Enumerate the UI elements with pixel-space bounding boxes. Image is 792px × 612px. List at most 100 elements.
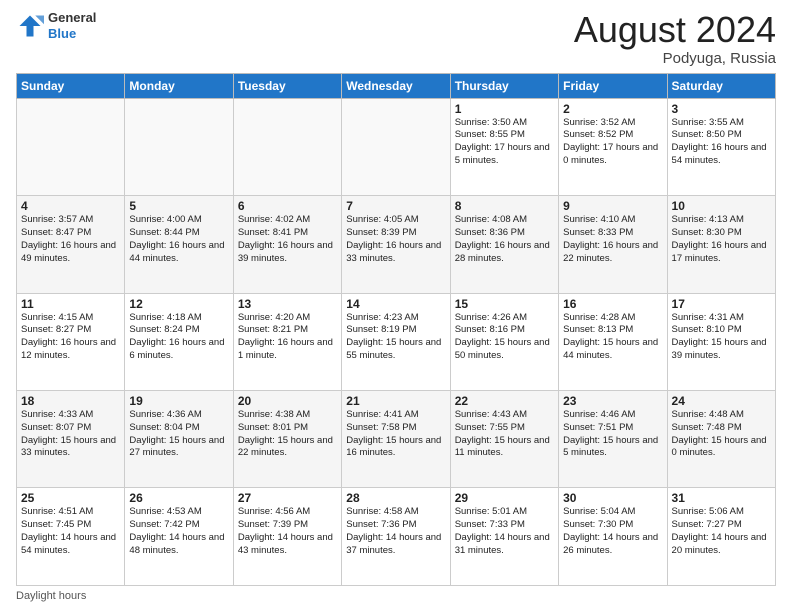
calendar-cell: 28Sunrise: 4:58 AMSunset: 7:36 PMDayligh… xyxy=(342,488,450,586)
day-number: 18 xyxy=(21,394,120,408)
calendar-cell: 12Sunrise: 4:18 AMSunset: 8:24 PMDayligh… xyxy=(125,293,233,390)
calendar-cell: 22Sunrise: 4:43 AMSunset: 7:55 PMDayligh… xyxy=(450,391,558,488)
day-info-line: Sunrise: 4:20 AM xyxy=(238,312,337,325)
day-number: 1 xyxy=(455,102,554,116)
weekday-header-cell: Tuesday xyxy=(233,73,341,98)
day-info-line: Sunset: 7:30 PM xyxy=(563,519,662,532)
weekday-header-cell: Sunday xyxy=(17,73,125,98)
day-info-line: Daylight: 15 hours and 50 minutes. xyxy=(455,337,554,363)
day-info-line: Daylight: 16 hours and 6 minutes. xyxy=(129,337,228,363)
day-info-line: Sunset: 7:42 PM xyxy=(129,519,228,532)
day-number: 29 xyxy=(455,491,554,505)
day-info-line: Sunrise: 4:13 AM xyxy=(672,214,771,227)
day-info-line: Daylight: 17 hours and 0 minutes. xyxy=(563,142,662,168)
calendar-cell: 19Sunrise: 4:36 AMSunset: 8:04 PMDayligh… xyxy=(125,391,233,488)
day-info-line: Sunrise: 4:36 AM xyxy=(129,409,228,422)
calendar-cell xyxy=(233,98,341,195)
calendar-cell: 14Sunrise: 4:23 AMSunset: 8:19 PMDayligh… xyxy=(342,293,450,390)
day-info-line: Sunrise: 4:05 AM xyxy=(346,214,445,227)
day-info-line: Sunrise: 4:33 AM xyxy=(21,409,120,422)
day-info-line: Sunrise: 4:53 AM xyxy=(129,506,228,519)
footer-note: Daylight hours xyxy=(16,590,776,602)
title-block: August 2024 Podyuga, Russia xyxy=(574,10,776,67)
day-info-line: Daylight: 14 hours and 48 minutes. xyxy=(129,532,228,558)
day-info-line: Sunset: 8:24 PM xyxy=(129,324,228,337)
day-info-line: Sunrise: 5:04 AM xyxy=(563,506,662,519)
day-number: 22 xyxy=(455,394,554,408)
calendar-cell: 30Sunrise: 5:04 AMSunset: 7:30 PMDayligh… xyxy=(559,488,667,586)
day-number: 10 xyxy=(672,199,771,213)
day-info-line: Sunrise: 5:06 AM xyxy=(672,506,771,519)
day-number: 16 xyxy=(563,297,662,311)
day-number: 28 xyxy=(346,491,445,505)
day-info-line: Sunset: 7:48 PM xyxy=(672,422,771,435)
day-number: 6 xyxy=(238,199,337,213)
day-info-line: Daylight: 14 hours and 54 minutes. xyxy=(21,532,120,558)
day-info-line: Daylight: 14 hours and 20 minutes. xyxy=(672,532,771,558)
calendar-body: 1Sunrise: 3:50 AMSunset: 8:55 PMDaylight… xyxy=(17,98,776,585)
day-info-line: Sunset: 8:50 PM xyxy=(672,129,771,142)
day-info-line: Sunset: 8:19 PM xyxy=(346,324,445,337)
day-info-line: Daylight: 16 hours and 54 minutes. xyxy=(672,142,771,168)
day-info-line: Sunset: 8:07 PM xyxy=(21,422,120,435)
day-number: 4 xyxy=(21,199,120,213)
calendar-week-row: 1Sunrise: 3:50 AMSunset: 8:55 PMDaylight… xyxy=(17,98,776,195)
day-info-line: Sunset: 7:55 PM xyxy=(455,422,554,435)
day-number: 21 xyxy=(346,394,445,408)
calendar-week-row: 11Sunrise: 4:15 AMSunset: 8:27 PMDayligh… xyxy=(17,293,776,390)
day-info-line: Sunset: 8:27 PM xyxy=(21,324,120,337)
calendar-cell: 27Sunrise: 4:56 AMSunset: 7:39 PMDayligh… xyxy=(233,488,341,586)
calendar-cell: 4Sunrise: 3:57 AMSunset: 8:47 PMDaylight… xyxy=(17,196,125,293)
day-number: 23 xyxy=(563,394,662,408)
day-info-line: Sunrise: 4:18 AM xyxy=(129,312,228,325)
day-number: 11 xyxy=(21,297,120,311)
day-info-line: Sunset: 7:33 PM xyxy=(455,519,554,532)
calendar-cell: 20Sunrise: 4:38 AMSunset: 8:01 PMDayligh… xyxy=(233,391,341,488)
day-info-line: Sunrise: 4:41 AM xyxy=(346,409,445,422)
day-info-line: Sunset: 8:55 PM xyxy=(455,129,554,142)
calendar-cell: 17Sunrise: 4:31 AMSunset: 8:10 PMDayligh… xyxy=(667,293,775,390)
day-info-line: Daylight: 15 hours and 0 minutes. xyxy=(672,435,771,461)
calendar-cell: 11Sunrise: 4:15 AMSunset: 8:27 PMDayligh… xyxy=(17,293,125,390)
day-info-line: Sunrise: 3:52 AM xyxy=(563,117,662,130)
day-info-line: Daylight: 15 hours and 44 minutes. xyxy=(563,337,662,363)
day-info-line: Sunset: 8:36 PM xyxy=(455,227,554,240)
day-info-line: Sunrise: 4:08 AM xyxy=(455,214,554,227)
header: General Blue August 2024 Podyuga, Russia xyxy=(16,10,776,67)
day-info-line: Sunrise: 3:50 AM xyxy=(455,117,554,130)
day-info-line: Sunrise: 4:56 AM xyxy=(238,506,337,519)
day-info-line: Daylight: 15 hours and 22 minutes. xyxy=(238,435,337,461)
day-info-line: Sunset: 8:16 PM xyxy=(455,324,554,337)
day-info-line: Sunrise: 4:38 AM xyxy=(238,409,337,422)
day-info-line: Daylight: 15 hours and 55 minutes. xyxy=(346,337,445,363)
location-subtitle: Podyuga, Russia xyxy=(574,50,776,67)
day-number: 31 xyxy=(672,491,771,505)
day-info-line: Sunset: 8:13 PM xyxy=(563,324,662,337)
day-info-line: Daylight: 16 hours and 33 minutes. xyxy=(346,240,445,266)
day-number: 3 xyxy=(672,102,771,116)
day-info-line: Daylight: 15 hours and 33 minutes. xyxy=(21,435,120,461)
calendar-table: SundayMondayTuesdayWednesdayThursdayFrid… xyxy=(16,73,776,586)
month-title: August 2024 xyxy=(574,10,776,50)
day-info-line: Daylight: 14 hours and 26 minutes. xyxy=(563,532,662,558)
calendar-cell: 26Sunrise: 4:53 AMSunset: 7:42 PMDayligh… xyxy=(125,488,233,586)
day-info-line: Daylight: 16 hours and 39 minutes. xyxy=(238,240,337,266)
day-info-line: Sunset: 8:04 PM xyxy=(129,422,228,435)
calendar-cell: 8Sunrise: 4:08 AMSunset: 8:36 PMDaylight… xyxy=(450,196,558,293)
day-info-line: Sunset: 7:39 PM xyxy=(238,519,337,532)
day-info-line: Daylight: 16 hours and 28 minutes. xyxy=(455,240,554,266)
day-info-line: Sunrise: 4:31 AM xyxy=(672,312,771,325)
day-info-line: Sunset: 7:27 PM xyxy=(672,519,771,532)
weekday-header-row: SundayMondayTuesdayWednesdayThursdayFrid… xyxy=(17,73,776,98)
calendar-cell: 21Sunrise: 4:41 AMSunset: 7:58 PMDayligh… xyxy=(342,391,450,488)
page: General Blue August 2024 Podyuga, Russia… xyxy=(0,0,792,612)
day-info-line: Daylight: 17 hours and 5 minutes. xyxy=(455,142,554,168)
day-number: 7 xyxy=(346,199,445,213)
day-number: 12 xyxy=(129,297,228,311)
day-info-line: Sunrise: 4:43 AM xyxy=(455,409,554,422)
day-info-line: Sunrise: 4:02 AM xyxy=(238,214,337,227)
calendar-cell: 13Sunrise: 4:20 AMSunset: 8:21 PMDayligh… xyxy=(233,293,341,390)
day-number: 8 xyxy=(455,199,554,213)
day-info-line: Sunset: 7:36 PM xyxy=(346,519,445,532)
day-info-line: Sunrise: 4:48 AM xyxy=(672,409,771,422)
